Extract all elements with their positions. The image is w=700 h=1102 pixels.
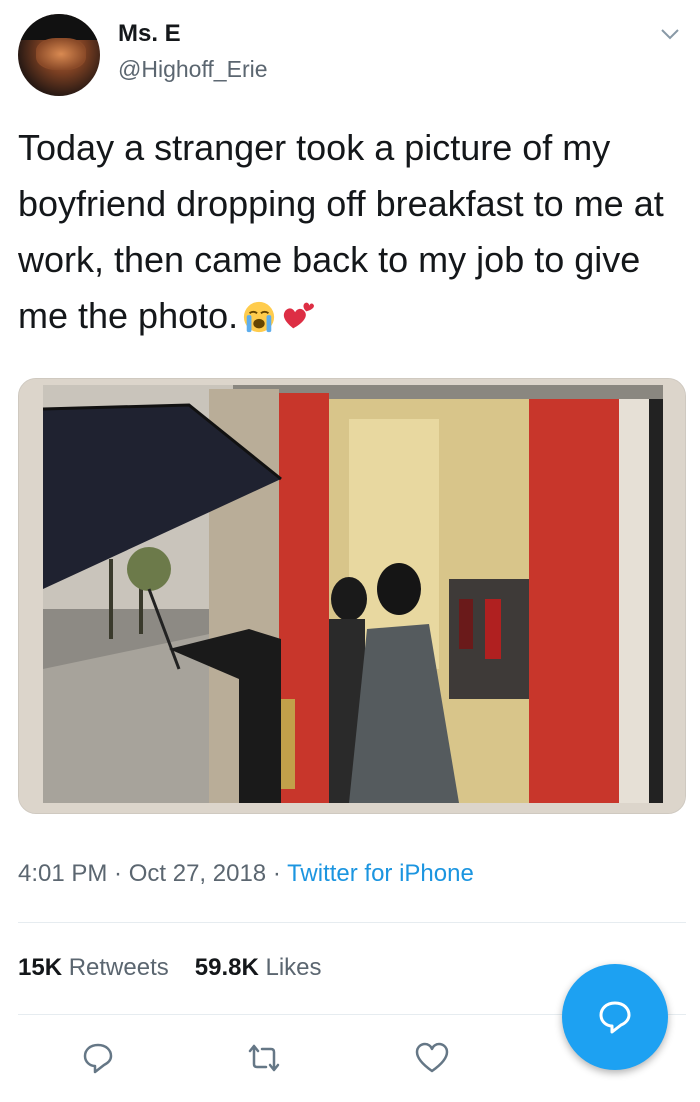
tweet-date[interactable]: Oct 27, 2018 — [129, 860, 266, 887]
chevron-down-icon[interactable] — [658, 22, 682, 46]
retweet-icon[interactable] — [246, 1040, 282, 1076]
author-handle[interactable]: @Highoff_Erie — [118, 56, 268, 83]
tweet-source[interactable]: Twitter for iPhone — [287, 860, 474, 887]
photo-image — [19, 379, 685, 813]
likes-label: Likes — [265, 954, 322, 981]
likes-stat[interactable]: 59.8K Likes — [195, 954, 322, 981]
compose-reply-button[interactable] — [562, 964, 668, 1070]
avatar-face — [36, 38, 86, 70]
author-avatar[interactable] — [18, 14, 100, 96]
heart-icon[interactable] — [414, 1040, 450, 1076]
two-hearts-emoji-icon — [283, 302, 315, 329]
tweet-meta: 4:01 PM · Oct 27, 2018 · Twitter for iPh… — [18, 860, 474, 888]
divider — [18, 922, 686, 923]
reply-icon[interactable] — [80, 1040, 116, 1076]
tweet-text: Today a stranger took a picture of my bo… — [18, 120, 688, 344]
tweet-body: Today a stranger took a picture of my bo… — [18, 127, 664, 336]
retweets-count: 15K — [18, 954, 63, 981]
author-name[interactable]: Ms. E — [118, 20, 181, 48]
tweet-stats: 15K Retweets 59.8K Likes — [18, 954, 322, 982]
tweet-photo[interactable] — [18, 378, 686, 814]
tweet-time[interactable]: 4:01 PM — [18, 860, 107, 887]
retweets-label: Retweets — [68, 954, 169, 981]
avatar-hair — [18, 14, 100, 40]
meta-separator: · — [266, 860, 288, 887]
retweets-stat[interactable]: 15K Retweets — [18, 954, 169, 981]
crying-face-emoji-icon — [244, 301, 275, 333]
meta-separator: · — [107, 860, 129, 887]
compose-reply-icon — [599, 1001, 631, 1034]
likes-count: 59.8K — [194, 954, 259, 981]
